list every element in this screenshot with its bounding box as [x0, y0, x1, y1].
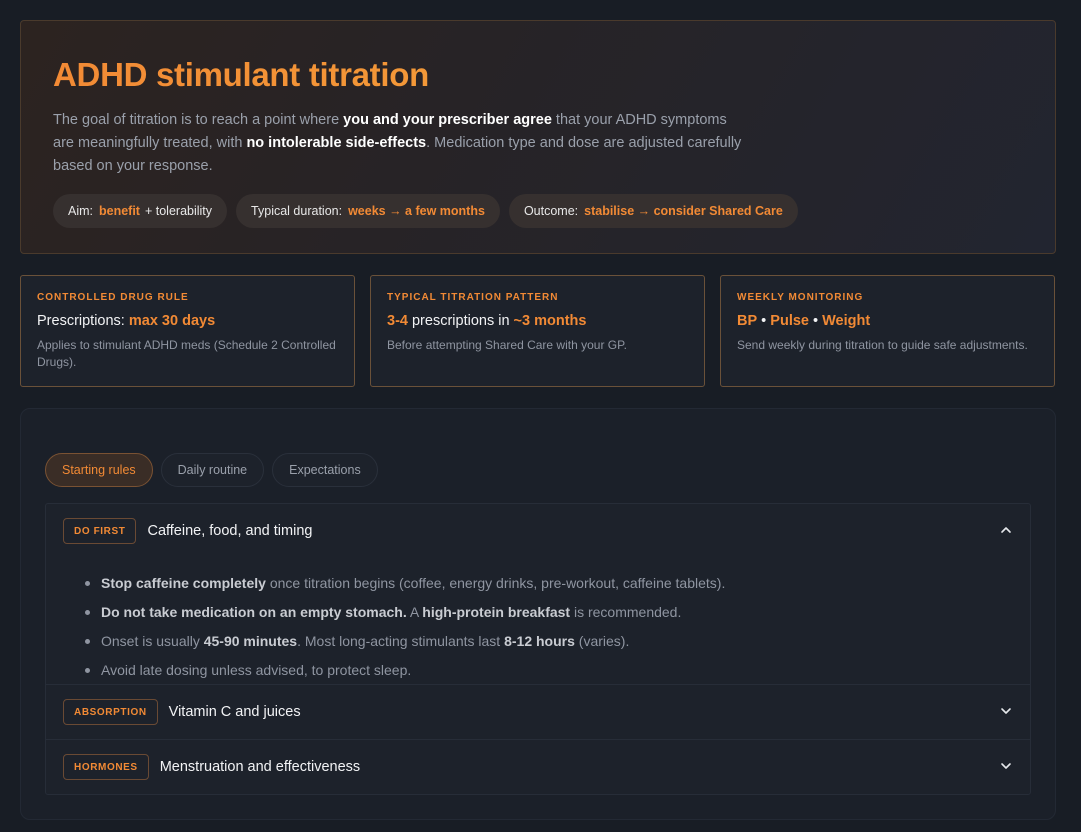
accordion-title: Menstruation and effectiveness — [159, 759, 361, 775]
accordion-body: Stop caffeine completely once titration … — [84, 569, 1004, 685]
card-note: Send weekly during titration to guide sa… — [737, 338, 1028, 352]
pill-outcome: Outcome: stabilise → consider Shared Car… — [508, 194, 798, 228]
chevron-up-icon[interactable] — [999, 523, 1013, 537]
card-headline: BP • Pulse • Weight — [737, 313, 871, 329]
card-kicker: CONTROLLED DRUG RULE — [37, 292, 189, 303]
card-headline: Prescriptions: max 30 days — [37, 313, 216, 329]
card-note: Before attempting Shared Care with your … — [387, 338, 627, 352]
card-headline: 3-4 prescriptions in ~3 months — [387, 313, 587, 329]
accordion-header-do-first[interactable]: DO FIRST Caffeine, food, and timing — [46, 504, 1030, 558]
accordion-tag: ABSORPTION — [63, 699, 158, 725]
accordion-title: Vitamin C and juices — [168, 704, 301, 720]
tab-daily-routine[interactable]: Daily routine — [160, 453, 265, 487]
hero-panel: ADHD stimulant titration The goal of tit… — [20, 20, 1056, 254]
card-titration-pattern: TYPICAL TITRATION PATTERN 3-4 prescripti… — [370, 275, 705, 387]
card-kicker: WEEKLY MONITORING — [737, 292, 864, 303]
list-item: Onset is usually 45-90 minutes. Most lon… — [84, 627, 1004, 656]
chevron-down-icon[interactable] — [999, 704, 1013, 718]
card-weekly-monitoring: WEEKLY MONITORING BP • Pulse • Weight Se… — [720, 275, 1055, 387]
guidance-panel: Starting rules Daily routine Expectation… — [20, 408, 1056, 820]
list-item: Avoid late dosing unless advised, to pro… — [84, 656, 1004, 685]
accordion-tag: HORMONES — [63, 754, 149, 780]
hero-pills: Aim: benefit + tolerability Typical dura… — [53, 194, 1023, 228]
tab-expectations[interactable]: Expectations — [272, 453, 378, 487]
accordion-header-absorption[interactable]: ABSORPTION Vitamin C and juices — [46, 685, 1030, 739]
page-title: ADHD stimulant titration — [53, 53, 1023, 97]
accordion-header-hormones[interactable]: HORMONES Menstruation and effectiveness — [46, 740, 1030, 794]
list-item: Do not take medication on an empty stoma… — [84, 598, 1004, 627]
pill-aim: Aim: benefit + tolerability — [53, 194, 228, 228]
card-note: Applies to stimulant ADHD meds (Schedule… — [37, 338, 336, 369]
accordion-tag: DO FIRST — [63, 518, 137, 544]
card-controlled-drug-rule: CONTROLLED DRUG RULE Prescriptions: max … — [20, 275, 355, 387]
accordion-title: Caffeine, food, and timing — [147, 523, 313, 539]
tab-bar: Starting rules Daily routine Expectation… — [45, 453, 378, 487]
tab-starting-rules[interactable]: Starting rules — [45, 453, 153, 487]
list-item: Stop caffeine completely once titration … — [84, 569, 1004, 598]
pill-duration: Typical duration: weeks → a few months — [236, 194, 500, 228]
card-kicker: TYPICAL TITRATION PATTERN — [387, 292, 559, 303]
hero-description: The goal of titration is to reach a poin… — [53, 112, 742, 174]
chevron-down-icon[interactable] — [999, 759, 1013, 773]
accordion: DO FIRST Caffeine, food, and timing Stop… — [45, 503, 1031, 795]
